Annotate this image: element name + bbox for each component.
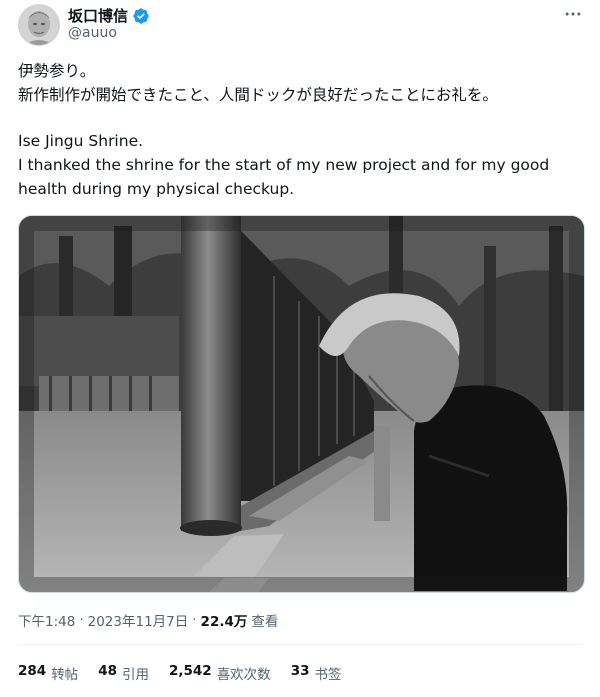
verified-badge-icon <box>132 7 150 25</box>
tweet-time[interactable]: 下午1:48 <box>18 610 75 630</box>
divider <box>18 644 583 645</box>
tweet-text-line: Ise Jingu Shrine. <box>18 132 144 150</box>
tweet-photo[interactable] <box>18 215 585 593</box>
tweet-text-line: health during my physical checkup. <box>18 180 295 198</box>
stat-count: 48 <box>98 663 117 679</box>
stat-count: 33 <box>290 663 310 679</box>
avatar-image <box>19 5 59 45</box>
stat-label: 书签 <box>314 667 342 683</box>
views-count[interactable]: 22.4万 <box>201 610 248 630</box>
engagement-stats: 284 转帖 48 引用 2,542 喜欢次数 33 书签 <box>18 663 341 683</box>
tweet-text-line: 新作制作が開始できたこと、人間ドックが良好だったことにお礼を。 <box>18 86 498 104</box>
bookmarks-stat[interactable]: 33 书签 <box>291 663 342 683</box>
stat-count: 2,542 <box>168 663 212 679</box>
tweet-text-line: I thanked the shrine for the start of my… <box>18 156 550 174</box>
retweets-stat[interactable]: 284 转帖 <box>18 663 78 683</box>
author-name-row: 坂口博信 <box>68 5 150 26</box>
tweet-text-line: 伊勢参り。 <box>18 62 96 80</box>
more-options-icon <box>565 12 581 16</box>
stat-label: 喜欢次数 <box>216 667 271 683</box>
views-label: 查看 <box>251 614 279 630</box>
tweet-meta: 下午1:48 · 2023年11月7日 · 22.4万 查看 <box>18 610 278 630</box>
meta-separator: · <box>192 612 197 628</box>
shrine-photo <box>19 216 584 592</box>
stat-label: 转帖 <box>51 667 79 683</box>
meta-separator: · <box>79 612 84 628</box>
more-options-button[interactable] <box>560 4 586 24</box>
likes-stat[interactable]: 2,542 喜欢次数 <box>169 663 271 683</box>
author-display-name[interactable]: 坂口博信 <box>68 5 128 26</box>
quotes-stat[interactable]: 48 引用 <box>98 663 149 683</box>
avatar[interactable] <box>18 4 60 46</box>
stat-label: 引用 <box>121 667 149 683</box>
stat-count: 284 <box>18 663 47 679</box>
tweet-header: 坂口博信 @auuo <box>0 0 600 50</box>
tweet-date[interactable]: 2023年11月7日 <box>88 610 189 630</box>
author-handle[interactable]: @auuo <box>68 25 117 41</box>
